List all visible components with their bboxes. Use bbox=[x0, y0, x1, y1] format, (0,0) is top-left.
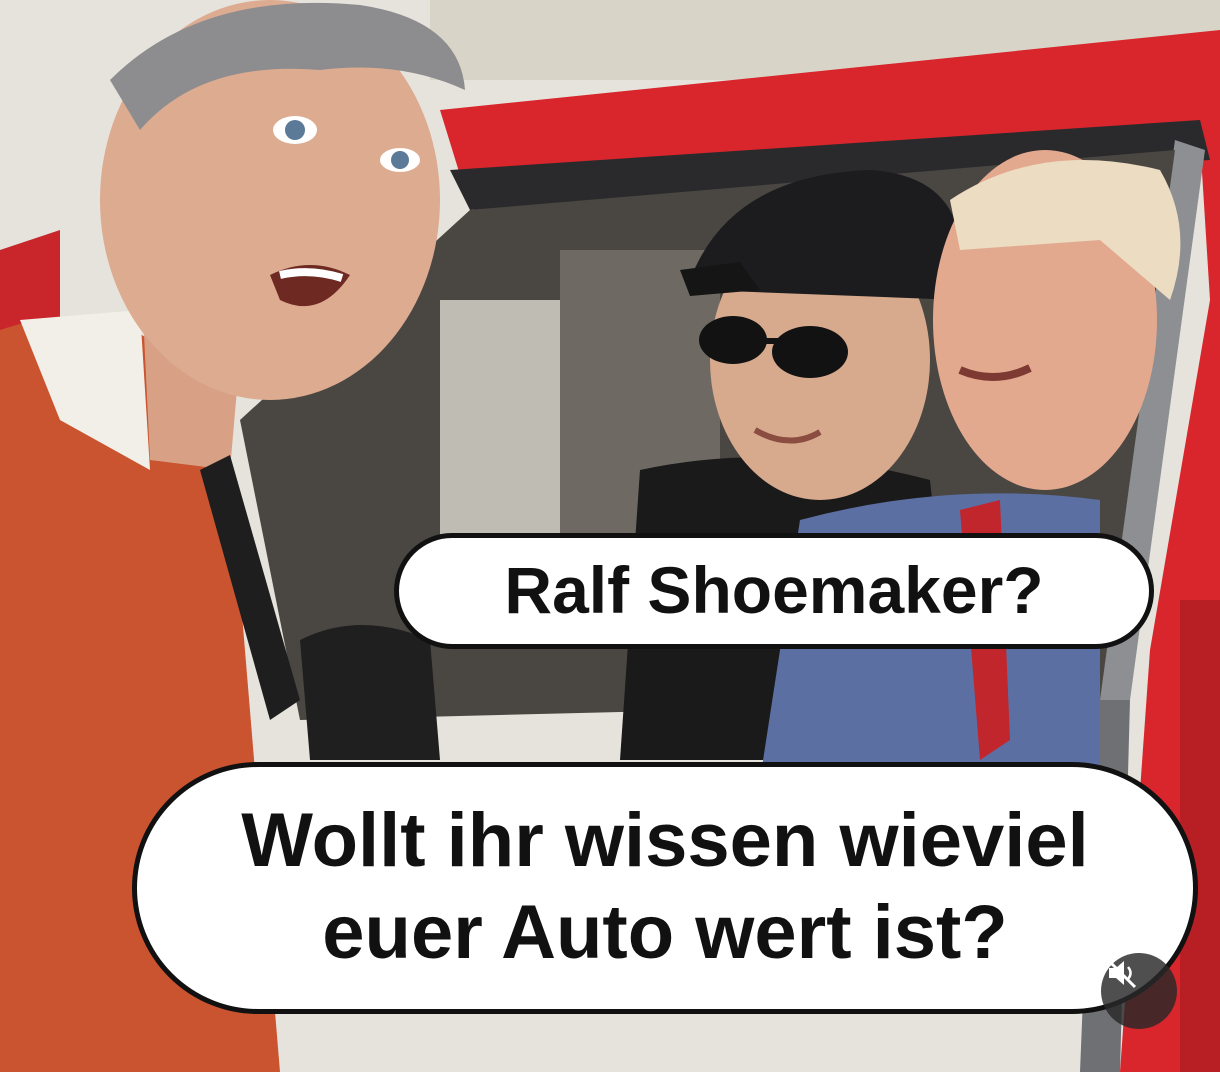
caption-line-1: Wollt ihr wissen wieviel bbox=[241, 798, 1089, 883]
mute-toggle-button[interactable] bbox=[1101, 953, 1177, 1029]
caption-bubble-top: Ralf Shoemaker? bbox=[394, 533, 1154, 649]
caption-line-2: euer Auto wert ist? bbox=[322, 890, 1008, 975]
meme-image: Ralf Shoemaker? Wollt ihr wissen wieviel… bbox=[0, 0, 1220, 1072]
caption-bubble-bottom: Wollt ihr wissen wieviel euer Auto wert … bbox=[132, 762, 1198, 1014]
caption-question: Ralf Shoemaker? bbox=[504, 553, 1044, 627]
speaker-muted-icon bbox=[1105, 957, 1137, 989]
